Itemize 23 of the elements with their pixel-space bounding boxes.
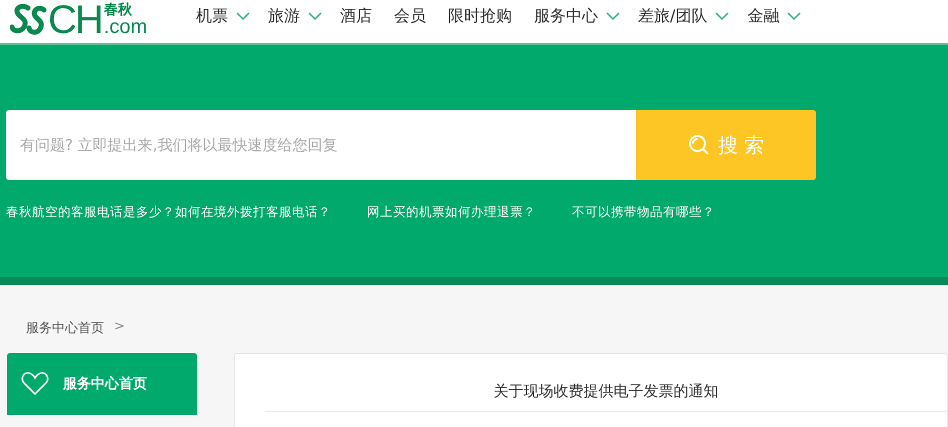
nav-item[interactable]: 金融 [747, 6, 802, 27]
nav-item[interactable]: 会员 [394, 6, 426, 27]
chevron-down-icon [715, 12, 730, 21]
breadcrumb-link[interactable]: 服务中心首页 [26, 319, 104, 353]
nav-item[interactable]: 酒店 [340, 6, 372, 27]
logo-text: CH [48, 0, 102, 40]
logo-text: .com [104, 16, 148, 36]
heart-icon [21, 372, 49, 396]
chevron-down-icon [606, 12, 620, 21]
nav-item[interactable]: 机票 [196, 6, 250, 27]
chevron-down-icon [236, 12, 250, 21]
nav-item[interactable]: 服务中心 [534, 6, 620, 27]
chevron-down-icon [787, 12, 802, 21]
chevron-down-icon [308, 12, 322, 21]
search-field[interactable]: 有问题? 立即提出来,我们将以最快速度给您回复 [6, 110, 636, 180]
notice-title[interactable]: 关于现场收费提供电子发票的通知 [265, 354, 947, 412]
nav-item[interactable]: 差旅/团队 [638, 6, 730, 27]
logo-text: 春秋 [104, 2, 132, 16]
logo-icon [10, 4, 48, 36]
breadcrumb-separator: > [114, 319, 125, 336]
nav-item[interactable]: 旅游 [268, 6, 322, 27]
search-icon [688, 134, 710, 156]
nav-item[interactable]: 限时抢购 [448, 6, 512, 27]
